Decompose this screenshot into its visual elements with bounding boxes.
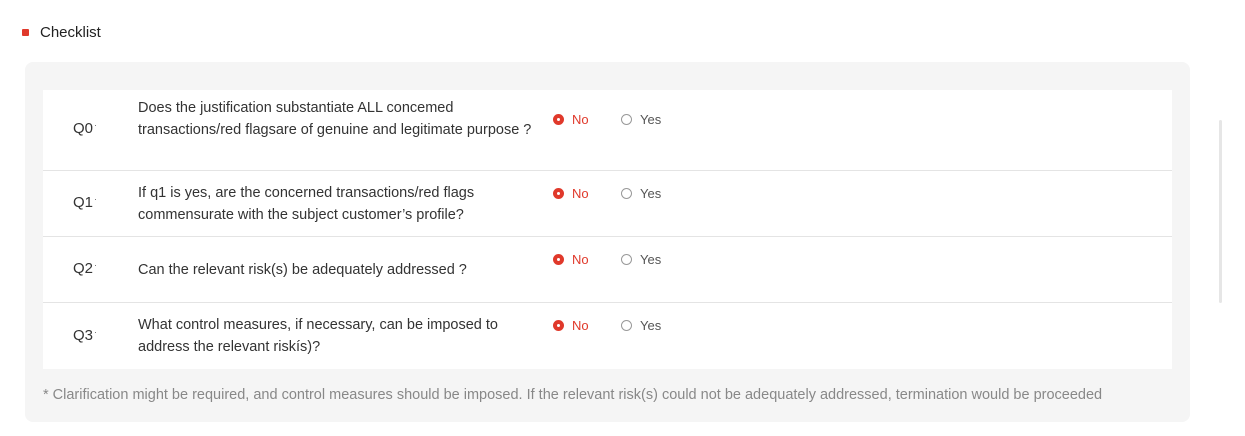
question-text: Can the relevant risk(s) be adequately a…	[138, 262, 467, 278]
radio-unchecked-icon	[621, 114, 632, 125]
question-text: Does the justification substantiate ALL …	[138, 100, 532, 138]
no-label: No	[572, 318, 589, 333]
radio-checked-icon	[553, 254, 564, 265]
footnote: * Clarification might be required, and c…	[43, 387, 1103, 403]
radio-checked-icon	[553, 188, 564, 199]
q0-yes-radio[interactable]: Yes	[621, 112, 661, 127]
question-label: Q2·	[73, 260, 98, 277]
question-row-q3: Q3· What control measures, if necessary,…	[43, 303, 1172, 369]
radio-unchecked-icon	[621, 188, 632, 199]
q3-no-radio[interactable]: No	[553, 318, 589, 333]
scrollbar[interactable]	[1219, 120, 1222, 303]
question-text: If q1 is yes, are the concerned transact…	[138, 185, 475, 223]
q1-yes-radio[interactable]: Yes	[621, 186, 661, 201]
question-row-q2: Q2· Can the relevant risk(s) be adequate…	[43, 237, 1172, 303]
question-label: Q1·	[73, 194, 98, 211]
question-label: Q0·	[73, 120, 98, 137]
yes-label: Yes	[640, 186, 662, 201]
section-marker-icon	[22, 28, 29, 36]
question-list: Q0· Does the justification substantiate …	[43, 90, 1172, 369]
question-text: What control measures, if necessary, can…	[138, 317, 498, 355]
section-title: Checklist	[40, 23, 101, 41]
yes-label: Yes	[640, 252, 662, 267]
q3-yes-radio[interactable]: Yes	[621, 318, 661, 333]
q2-no-radio[interactable]: No	[553, 252, 589, 267]
q0-no-radio[interactable]: No	[553, 112, 589, 127]
radio-checked-icon	[553, 320, 564, 331]
radio-checked-icon	[553, 114, 564, 125]
question-row-q0: Q0· Does the justification substantiate …	[43, 90, 1172, 171]
radio-unchecked-icon	[621, 320, 632, 331]
question-row-q1: Q1· If q1 is yes, are the concerned tran…	[43, 171, 1172, 237]
yes-label: Yes	[640, 318, 662, 333]
radio-unchecked-icon	[621, 254, 632, 265]
no-label: No	[572, 252, 589, 267]
yes-label: Yes	[640, 112, 662, 127]
question-label: Q3·	[73, 327, 98, 344]
section-header: Checklist	[22, 22, 101, 42]
no-label: No	[572, 186, 589, 201]
q2-yes-radio[interactable]: Yes	[621, 252, 661, 267]
checklist-panel: Q0· Does the justification substantiate …	[25, 62, 1190, 422]
no-label: No	[572, 112, 589, 127]
q1-no-radio[interactable]: No	[553, 186, 589, 201]
